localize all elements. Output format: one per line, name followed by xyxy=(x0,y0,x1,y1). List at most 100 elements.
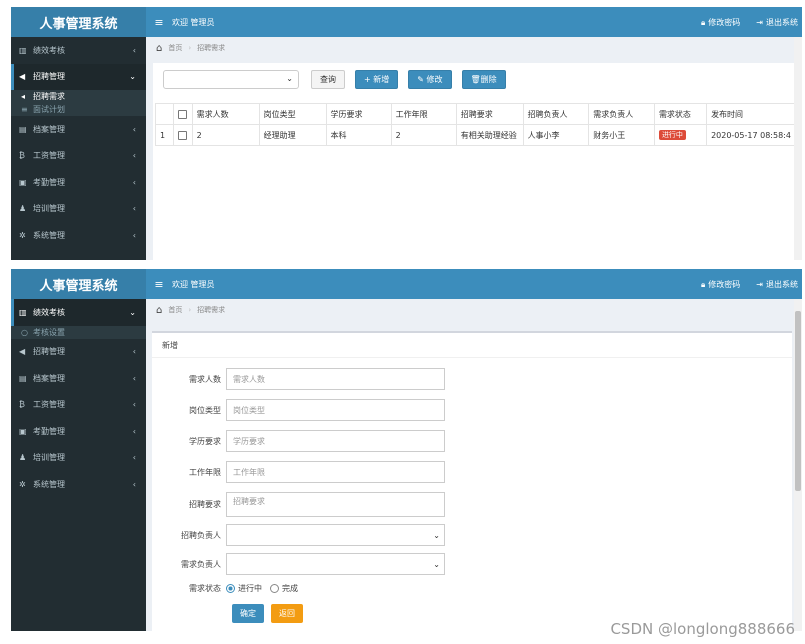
column-header[interactable]: 发布时间 xyxy=(706,103,796,125)
sidebar-item-attendance[interactable]: ▣ 考勤管理 ‹ xyxy=(11,418,146,445)
home-icon[interactable]: ⌂ xyxy=(156,43,162,54)
submenu-item-interview-plan[interactable]: ≡ 面试计划 xyxy=(11,103,146,116)
bullhorn-icon: ◀ xyxy=(19,72,26,82)
headcount-input[interactable]: 需求人数 xyxy=(226,368,445,390)
column-header[interactable]: 需求负责人 xyxy=(588,103,655,125)
logout-link[interactable]: ⇥ 退出系统 xyxy=(756,279,798,290)
table-cell: 本科 xyxy=(325,124,392,146)
column-header[interactable]: 岗位类型 xyxy=(258,103,327,125)
breadcrumb-home[interactable]: 首页 xyxy=(168,43,182,53)
confirm-button[interactable]: 确定 xyxy=(232,604,264,623)
submenu-item-requirements[interactable]: ◂ 招聘需求 xyxy=(11,90,146,103)
chevron-down-icon: ⌄ xyxy=(286,74,293,83)
work-years-input[interactable]: 工作年限 xyxy=(226,461,445,483)
row-number: 1 xyxy=(155,124,174,146)
status-radio-in-progress[interactable]: 进行中 xyxy=(226,583,262,594)
delete-button[interactable]: 🗑︎ 删除 xyxy=(461,70,506,89)
welcome-text: 欢迎 管理员 xyxy=(172,17,215,27)
sidebar-item-salary[interactable]: ₿ 工资管理 ‹ xyxy=(11,143,146,170)
chevron-left-icon: ‹ xyxy=(132,373,136,383)
status-badge: 进行中 xyxy=(658,130,686,140)
requirements-textarea[interactable]: 招聘要求 xyxy=(226,492,445,517)
back-button[interactable]: 返回 xyxy=(271,604,303,623)
vertical-scrollbar[interactable] xyxy=(794,299,802,631)
breadcrumb-separator: › xyxy=(188,44,192,52)
recruiter-select[interactable]: ⌄ xyxy=(226,524,445,546)
radio-label: 完成 xyxy=(282,584,298,593)
vertical-scrollbar[interactable] xyxy=(794,37,802,260)
watermark: CSDN @longlong888666 xyxy=(610,620,795,638)
sidebar-item-salary[interactable]: ₿ 工资管理 ‹ xyxy=(11,392,146,419)
scrollbar-thumb[interactable] xyxy=(795,311,801,491)
change-password-link[interactable]: 🔒︎ 修改密码 xyxy=(701,279,740,290)
bitcoin-icon: ₿ xyxy=(19,400,25,410)
menu-toggle-icon[interactable]: ≡ xyxy=(146,16,172,29)
sidebar-item-recruitment[interactable]: ◀ 招聘管理 ⌄ xyxy=(11,63,146,90)
form-row-work-years: 工作年限 工作年限 xyxy=(152,461,482,483)
breadcrumb-home[interactable]: 首页 xyxy=(168,305,182,315)
submenu-item-review-settings[interactable]: ○ 考核设置 xyxy=(11,326,146,339)
change-password-link[interactable]: 🔒︎ 修改密码 xyxy=(701,17,740,28)
position-type-input[interactable]: 岗位类型 xyxy=(226,399,445,421)
filter-select[interactable]: ⌄ xyxy=(163,70,299,89)
sidebar-item-label: 考勤管理 xyxy=(33,177,65,187)
sidebar-item-archives[interactable]: ▤ 档案管理 ‹ xyxy=(11,365,146,392)
sidebar-item-performance[interactable]: ▥ 绩效考核 ⌄ xyxy=(11,299,146,326)
sidebar-item-recruitment[interactable]: ◀ 招聘管理 ‹ xyxy=(11,339,146,366)
row-checkbox[interactable] xyxy=(177,130,187,140)
submenu-item-label: 面试计划 xyxy=(33,105,65,114)
menu-toggle-icon[interactable]: ≡ xyxy=(146,278,172,291)
table-cell: 2 xyxy=(390,124,457,146)
sidebar-item-training[interactable]: ♟ 培训管理 ‹ xyxy=(11,196,146,223)
form-row-headcount: 需求人数 需求人数 xyxy=(152,368,482,390)
column-header[interactable]: 招聘负责人 xyxy=(522,103,590,125)
sidebar-item-system[interactable]: ✲ 系统管理 ‹ xyxy=(11,222,146,249)
column-header[interactable]: 学历要求 xyxy=(325,103,392,125)
chevron-left-icon: ‹ xyxy=(132,204,136,214)
education-input[interactable]: 学历要求 xyxy=(226,430,445,452)
table-cell: 人事小李 xyxy=(522,124,590,146)
bar-chart-icon: ▥ xyxy=(19,45,27,55)
status-radio-done[interactable]: 完成 xyxy=(270,583,298,594)
chevron-down-icon: ⌄ xyxy=(129,307,136,317)
field-label: 岗位类型 xyxy=(189,405,221,415)
table-cell: 进行中 xyxy=(653,124,708,146)
column-header[interactable]: 需求状态 xyxy=(653,103,708,125)
chevron-down-icon: ⌄ xyxy=(129,72,136,82)
bullhorn-icon: ◂ xyxy=(21,92,26,101)
radio-label: 进行中 xyxy=(238,584,262,593)
radio-unchecked-icon xyxy=(270,584,279,593)
form-row-education: 学历要求 学历要求 xyxy=(152,430,482,452)
edit-button[interactable]: ✎ 修改 xyxy=(408,70,452,89)
query-button[interactable]: 查询 xyxy=(311,70,345,89)
sidebar-item-archives[interactable]: ▤ 档案管理 ‹ xyxy=(11,116,146,143)
chevron-left-icon: ‹ xyxy=(132,400,136,410)
sidebar-item-performance[interactable]: ▥ 绩效考核 ‹ xyxy=(11,37,146,64)
column-header[interactable]: 招聘要求 xyxy=(455,103,524,125)
column-header[interactable]: 需求人数 xyxy=(191,103,260,125)
add-button[interactable]: + 新增 xyxy=(355,70,399,89)
table-row[interactable]: 1 2 经理助理 本科 2 有相关助理经验 人事小李 财务小王 进行中 2020… xyxy=(155,124,796,146)
sidebar-item-label: 培训管理 xyxy=(33,204,65,214)
sidebar-item-label: 招聘管理 xyxy=(33,72,65,82)
chevron-down-icon: ⌄ xyxy=(433,559,440,569)
sidebar-item-training[interactable]: ♟ 培训管理 ‹ xyxy=(11,445,146,472)
calendar-check-icon: ▣ xyxy=(19,177,27,187)
chevron-left-icon: ‹ xyxy=(132,230,136,240)
circle-icon: ○ xyxy=(21,327,28,337)
logout-link[interactable]: ⇥ 退出系统 xyxy=(756,17,798,28)
bitcoin-icon: ₿ xyxy=(19,151,25,161)
select-all-checkbox[interactable] xyxy=(177,109,187,119)
file-icon: ▤ xyxy=(19,373,27,383)
column-header[interactable]: 工作年限 xyxy=(390,103,457,125)
edit-icon: ✎ xyxy=(417,75,427,84)
submenu-item-label: 招聘需求 xyxy=(33,92,65,101)
demand-owner-select[interactable]: ⌄ xyxy=(226,553,445,575)
sidebar-item-attendance[interactable]: ▣ 考勤管理 ‹ xyxy=(11,169,146,196)
sidebar-item-system[interactable]: ✲ 系统管理 ‹ xyxy=(11,471,146,498)
breadcrumb: ⌂ 首页 › 招聘需求 xyxy=(146,299,802,321)
bullhorn-icon: ◀ xyxy=(19,347,26,357)
top-navbar: ≡ 欢迎 管理员 🔒︎ 修改密码 ⇥ 退出系统 xyxy=(146,7,802,37)
top-navbar: ≡ 欢迎 管理员 🔒︎ 修改密码 ⇥ 退出系统 xyxy=(146,269,802,299)
home-icon[interactable]: ⌂ xyxy=(156,305,162,316)
